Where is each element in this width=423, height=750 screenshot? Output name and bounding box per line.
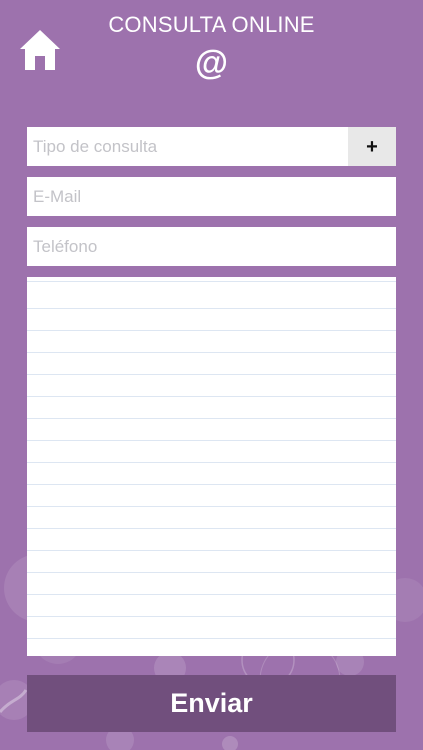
tipo-consulta-input[interactable] (27, 127, 347, 166)
message-area (27, 277, 396, 656)
app-header: CONSULTA ONLINE @ (0, 0, 423, 100)
message-textarea[interactable] (27, 277, 396, 656)
page-title: CONSULTA ONLINE (108, 12, 315, 37)
at-icon: @ (194, 44, 229, 82)
email-field (27, 177, 396, 216)
telefono-input[interactable] (27, 227, 396, 266)
email-input[interactable] (27, 177, 396, 216)
send-button[interactable]: Enviar (27, 675, 396, 732)
add-tipo-button[interactable]: + (348, 127, 396, 166)
tipo-consulta-field: + (27, 127, 396, 166)
telefono-field (27, 227, 396, 266)
